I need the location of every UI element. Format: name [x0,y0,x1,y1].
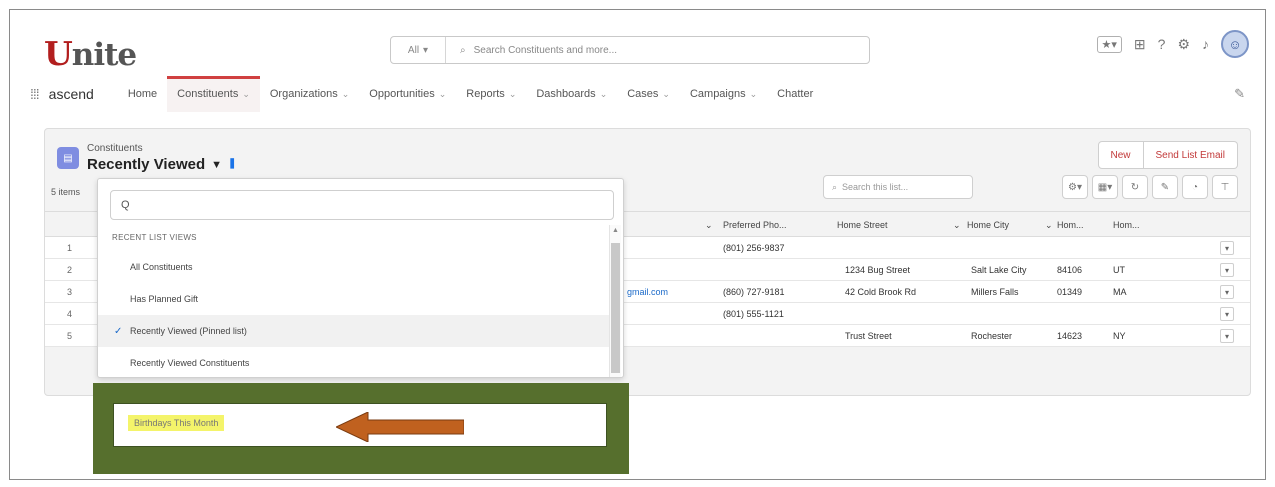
chevron-down-icon: ⌄ [749,88,758,99]
gear-icon[interactable]: ⚙ [1177,36,1190,53]
column-header-phone[interactable]: Preferred Pho... [723,220,787,230]
new-button[interactable]: New [1097,141,1144,169]
chevron-down-icon: ▼ [211,158,223,171]
search-scope-label: All [407,44,420,56]
chevron-down-icon: ⌄ [438,88,447,99]
column-chevron-icon: ⌄ [705,220,713,230]
avatar[interactable]: ☺ [1221,30,1249,58]
header-utilities: ★▾ ⊞ ? ⚙ ♪ ☺ [1096,30,1249,58]
list-view-selector[interactable]: Recently Viewed ▼ ❚ [87,156,242,173]
list-view-option[interactable]: Recently Viewed Constituents [98,347,610,379]
check-icon: ✓ [114,325,123,337]
item-count: 5 items [51,187,81,197]
list-view-search-input[interactable]: Q [110,190,614,220]
annotation-highlight-box: Birthdays This Month [93,383,629,474]
refresh-icon[interactable]: ↻ [1122,175,1148,199]
list-view-option[interactable]: All Constituents [98,251,610,283]
column-header-zip[interactable]: Hom... [1057,220,1084,230]
settings-icon[interactable]: ⚙▾ [1062,175,1088,199]
arrow-left-icon [336,412,464,442]
edit-nav-icon[interactable]: ✎ [1234,86,1245,102]
nav-item-dashboards[interactable]: Dashboards ⌄ [526,76,617,112]
chevron-down-icon: ⌄ [662,88,670,99]
bell-icon[interactable]: ♪ [1202,36,1209,52]
row-actions-button[interactable]: ▾ [1220,285,1234,299]
chevron-down-icon: ⌄ [508,88,517,99]
row-actions-button[interactable]: ▾ [1220,241,1234,255]
column-chevron-icon: ⌄ [953,220,961,230]
help-icon[interactable]: ? [1158,36,1166,52]
add-icon[interactable]: ⊞ [1134,36,1146,53]
send-list-email-button[interactable]: Send List Email [1143,141,1238,169]
dropdown-scrollbar[interactable]: ▲ [609,225,621,377]
scrollbar-thumb[interactable] [611,243,620,373]
pin-icon[interactable]: ❚ [228,158,242,172]
chart-icon[interactable]: ◔ [1182,175,1208,199]
app-navigation: ⁞⁞⁞ ascend Home Constituents ⌄ Organizati… [30,76,1245,112]
row-actions-button[interactable]: ▾ [1220,263,1234,277]
highlighted-option-container: Birthdays This Month [113,403,607,447]
column-chevron-icon: ⌄ [1045,220,1053,230]
global-search[interactable]: All ▾ ⌕ Search Constituents and more... [390,36,870,64]
display-as-icon[interactable]: ▦▾ [1092,175,1118,199]
app-launcher-icon[interactable]: ⁞⁞⁞ [30,86,40,102]
search-icon: ⌕ [832,181,838,192]
list-view-dropdown: Q RECENT LIST VIEWS All Constituents Has… [97,178,624,378]
object-label: Constituents [87,143,143,154]
list-view-option[interactable]: Has Planned Gift [98,283,610,315]
nav-item-home[interactable]: Home [118,76,167,112]
nav-item-cases[interactable]: Cases ⌄ [617,76,680,112]
favorites-icon[interactable]: ★▾ [1096,35,1122,53]
nav-item-constituents[interactable]: Constituents ⌄ [167,76,260,112]
chevron-down-icon: ⌄ [599,88,608,99]
nav-item-campaigns[interactable]: Campaigns ⌄ [680,76,767,112]
search-placeholder: Search Constituents and more... [473,44,618,56]
email-link[interactable]: gmail.com [627,287,668,297]
nav-item-opportunities[interactable]: Opportunities ⌄ [359,76,456,112]
chevron-down-icon: ⌄ [242,88,250,99]
screenshot-frame: Unite All ▾ ⌕ Search Constituents and more… [9,9,1266,480]
dropdown-section-heading: RECENT LIST VIEWS [112,233,197,242]
nav-item-reports[interactable]: Reports ⌄ [456,76,526,112]
edit-list-icon[interactable]: ✎ [1152,175,1178,199]
column-header-state[interactable]: Hom... [1113,220,1140,230]
row-actions-button[interactable]: ▾ [1220,329,1234,343]
unite-logo[interactable]: Unite [44,34,137,73]
list-view-option-selected[interactable]: ✓ Recently Viewed (Pinned list) [98,315,610,347]
scroll-up-icon: ▲ [612,227,619,234]
constituent-object-icon: ▤ [57,147,79,169]
nav-item-chatter[interactable]: Chatter [767,76,823,112]
chevron-down-icon: ⌄ [341,88,350,99]
filter-icon[interactable]: ⊤ [1212,175,1238,199]
row-actions-button[interactable]: ▾ [1220,307,1234,321]
birthdays-this-month-option[interactable]: Birthdays This Month [128,415,225,431]
search-icon: ⌕ [460,44,466,56]
chevron-down-icon: ▾ [423,44,429,56]
list-search-input[interactable]: ⌕ Search this list... [823,175,973,199]
list-toolbar: ⚙▾ ▦▾ ↻ ✎ ◔ ⊤ [1062,175,1238,199]
search-scope-select[interactable]: All ▾ [391,37,446,63]
list-actions: New Send List Email [1097,141,1238,169]
app-name: ascend [48,86,94,102]
column-header-street[interactable]: Home Street [837,220,888,230]
column-header-city[interactable]: Home City [967,220,1009,230]
nav-item-organizations[interactable]: Organizations ⌄ [260,76,359,112]
